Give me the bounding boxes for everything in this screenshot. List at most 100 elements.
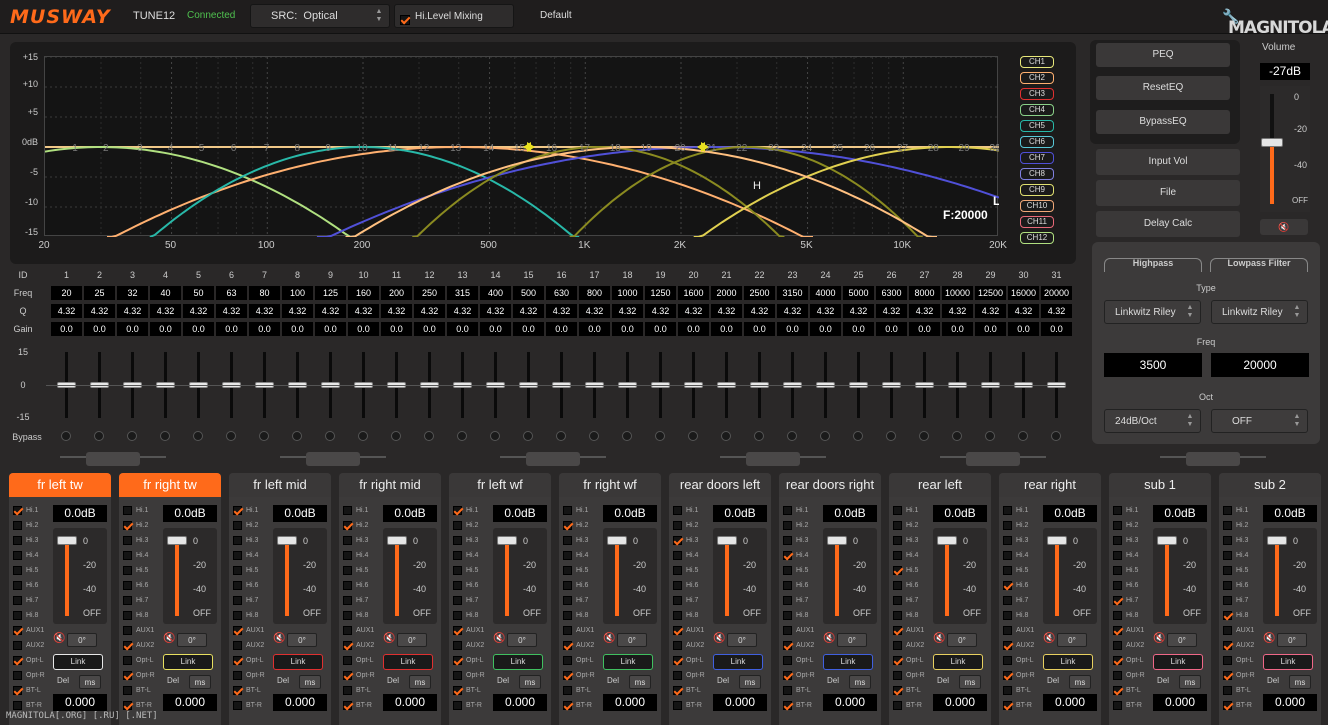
channel-gain-fader[interactable]: 0 -20 -40 OFF xyxy=(1263,528,1317,624)
band-gain-input[interactable]: 0.0 xyxy=(711,322,742,336)
phase-button[interactable]: 0° xyxy=(617,633,647,647)
input-mix-checkbox[interactable] xyxy=(1113,655,1122,665)
band-freq-input[interactable]: 5000 xyxy=(843,286,874,300)
band-gain-input[interactable]: 0.0 xyxy=(612,322,643,336)
band-gain-input[interactable]: 0.0 xyxy=(249,322,280,336)
input-mix-row[interactable]: Hi.5 xyxy=(123,564,148,578)
input-mix-row[interactable]: Hi.2 xyxy=(1003,519,1028,533)
input-mix-checkbox[interactable] xyxy=(453,535,462,545)
link-button[interactable]: Link xyxy=(933,654,983,670)
input-mix-row[interactable]: Hi.7 xyxy=(783,594,808,608)
input-mix-row[interactable]: BT-R xyxy=(563,699,592,713)
input-mix-row[interactable]: Hi.8 xyxy=(343,609,368,623)
pair-link-handle[interactable] xyxy=(306,452,360,466)
input-mix-checkbox[interactable] xyxy=(123,610,132,620)
input-mix-checkbox[interactable] xyxy=(783,670,792,680)
legend-ch3[interactable]: CH3 xyxy=(1020,88,1054,100)
band-bypass-toggle[interactable] xyxy=(655,431,665,441)
input-mix-row[interactable]: AUX1 xyxy=(123,624,154,638)
band-freq-input[interactable]: 160 xyxy=(348,286,379,300)
delay-input[interactable]: 0.000 xyxy=(53,694,107,711)
band-gain-input[interactable]: 0.0 xyxy=(84,322,115,336)
band-q-input[interactable]: 4.32 xyxy=(249,304,280,318)
channel-name-tab[interactable]: sub 2 xyxy=(1219,473,1321,497)
channel-gain-readout[interactable]: 0.0dB xyxy=(163,505,217,522)
input-mix-row[interactable]: AUX2 xyxy=(123,639,154,653)
band-bypass-toggle[interactable] xyxy=(853,431,863,441)
input-mix-row[interactable]: Hi.6 xyxy=(343,579,368,593)
input-mix-checkbox[interactable] xyxy=(453,655,462,665)
input-mix-checkbox[interactable] xyxy=(13,625,22,635)
input-mix-checkbox[interactable] xyxy=(1223,565,1232,575)
band-gain-input[interactable]: 0.0 xyxy=(678,322,709,336)
input-mix-checkbox[interactable] xyxy=(1003,610,1012,620)
input-mix-row[interactable]: Opt-R xyxy=(1113,669,1145,683)
input-mix-row[interactable]: Hi.1 xyxy=(673,504,698,518)
band-bypass-toggle[interactable] xyxy=(292,431,302,441)
input-mix-row[interactable]: AUX2 xyxy=(343,639,374,653)
link-button[interactable]: Link xyxy=(383,654,433,670)
input-mix-row[interactable]: Hi.5 xyxy=(1113,564,1138,578)
input-mix-checkbox[interactable] xyxy=(13,535,22,545)
input-mix-checkbox[interactable] xyxy=(673,655,682,665)
input-mix-row[interactable]: BT-L xyxy=(893,684,921,698)
input-mix-row[interactable]: Hi.8 xyxy=(453,609,478,623)
input-mix-row[interactable]: Hi.3 xyxy=(783,534,808,548)
input-mix-row[interactable]: Hi.6 xyxy=(233,579,258,593)
input-mix-checkbox[interactable] xyxy=(453,505,462,515)
input-mix-row[interactable]: Hi.2 xyxy=(563,519,588,533)
input-mix-row[interactable]: AUX2 xyxy=(1003,639,1034,653)
input-mix-checkbox[interactable] xyxy=(343,655,352,665)
input-mix-row[interactable]: Hi.6 xyxy=(1113,579,1138,593)
channel-gain-fader[interactable]: 0 -20 -40 OFF xyxy=(53,528,107,624)
input-mix-row[interactable]: Hi.5 xyxy=(13,564,38,578)
phase-button[interactable]: 0° xyxy=(947,633,977,647)
band-gain-input[interactable]: 0.0 xyxy=(381,322,412,336)
input-mix-row[interactable]: Hi.2 xyxy=(233,519,258,533)
band-gain-input[interactable]: 0.0 xyxy=(744,322,775,336)
input-mix-row[interactable]: AUX1 xyxy=(1223,624,1254,638)
input-mix-row[interactable]: Hi.6 xyxy=(453,579,478,593)
input-mix-checkbox[interactable] xyxy=(673,505,682,515)
input-mix-row[interactable]: Opt-L xyxy=(783,654,814,668)
channel-name-tab[interactable]: fr right wf xyxy=(559,473,661,497)
input-mix-checkbox[interactable] xyxy=(563,610,572,620)
input-mix-row[interactable]: Hi.8 xyxy=(123,609,148,623)
input-mix-row[interactable]: Hi.3 xyxy=(13,534,38,548)
input-mix-row[interactable]: Hi.8 xyxy=(1223,609,1248,623)
lowpass-type-select[interactable]: Linkwitz Riley ▲ ▼ xyxy=(1211,300,1308,324)
channel-gain-fader[interactable]: 0 -20 -40 OFF xyxy=(163,528,217,624)
input-mix-row[interactable]: Hi.2 xyxy=(13,519,38,533)
band-gain-input[interactable]: 0.0 xyxy=(777,322,808,336)
input-mix-row[interactable]: Hi.6 xyxy=(893,579,918,593)
input-mix-checkbox[interactable] xyxy=(1113,505,1122,515)
input-mix-checkbox[interactable] xyxy=(1003,535,1012,545)
input-mix-row[interactable]: Hi.1 xyxy=(13,504,38,518)
band-bypass-toggle[interactable] xyxy=(721,431,731,441)
input-mix-row[interactable]: Opt-L xyxy=(233,654,264,668)
peq-button[interactable]: PEQ xyxy=(1096,43,1230,67)
input-mix-row[interactable]: Hi.7 xyxy=(563,594,588,608)
phase-button[interactable]: 0° xyxy=(727,633,757,647)
input-mix-row[interactable]: BT-L xyxy=(233,684,261,698)
delay-unit-button[interactable]: ms xyxy=(79,675,101,689)
band-q-input[interactable]: 4.32 xyxy=(447,304,478,318)
fader-knob[interactable] xyxy=(167,536,187,545)
input-mix-checkbox[interactable] xyxy=(673,520,682,530)
input-mix-checkbox[interactable] xyxy=(1003,550,1012,560)
legend-ch5[interactable]: CH5 xyxy=(1020,120,1054,132)
input-mix-checkbox[interactable] xyxy=(1223,580,1232,590)
input-mix-row[interactable]: Hi.5 xyxy=(453,564,478,578)
link-button[interactable]: Link xyxy=(1153,654,1203,670)
input-mix-row[interactable]: AUX1 xyxy=(1113,624,1144,638)
input-mix-checkbox[interactable] xyxy=(343,700,352,710)
input-mix-checkbox[interactable] xyxy=(13,550,22,560)
band-gain-input[interactable]: 0.0 xyxy=(480,322,511,336)
input-mix-checkbox[interactable] xyxy=(1113,685,1122,695)
input-mix-row[interactable]: Hi.2 xyxy=(783,519,808,533)
band-bypass-toggle[interactable] xyxy=(1051,431,1061,441)
channel-gain-readout[interactable]: 0.0dB xyxy=(1043,505,1097,522)
band-bypass-toggle[interactable] xyxy=(787,431,797,441)
input-mix-row[interactable]: Opt-L xyxy=(123,654,154,668)
input-mix-row[interactable]: AUX1 xyxy=(233,624,264,638)
